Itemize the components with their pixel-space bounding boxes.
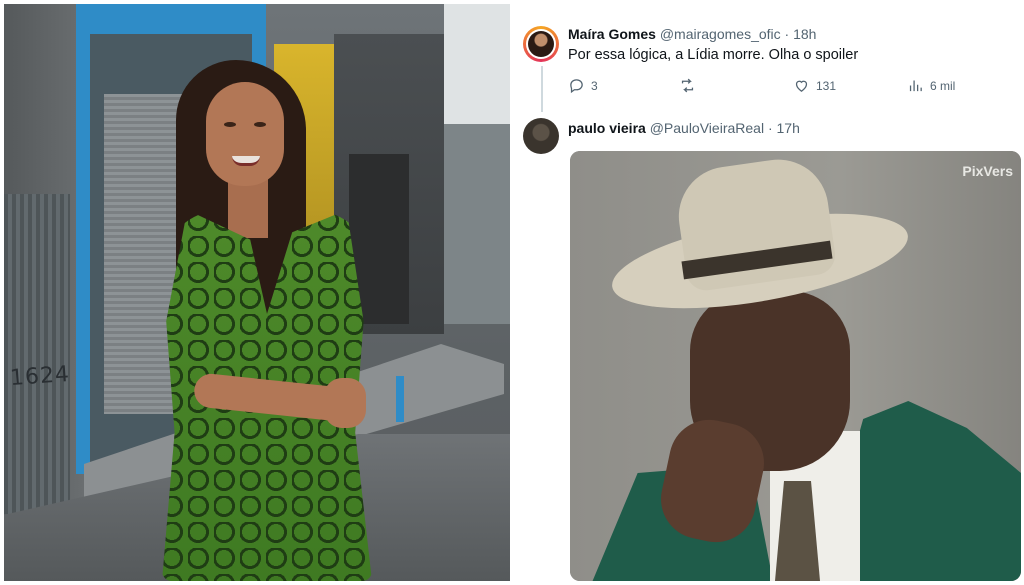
retweet-icon	[681, 78, 694, 93]
woman-clasped-hands	[324, 378, 366, 428]
tweet-1-header: Maíra Gomes @mairagomes_ofic · 18h	[568, 26, 816, 42]
retweet-button[interactable]	[679, 77, 702, 94]
woman-eye-right	[254, 122, 266, 127]
reply-button[interactable]: 3	[568, 77, 598, 94]
tweet-1-timestamp[interactable]: 18h	[793, 26, 816, 42]
views-count: 6 mil	[930, 78, 956, 93]
photo-woman	[154, 60, 394, 581]
like-icon	[795, 80, 808, 92]
woman-face	[206, 82, 284, 186]
left-photo: 1624	[4, 4, 510, 581]
woman-eye-left	[224, 122, 236, 127]
like-button[interactable]: 131	[793, 77, 836, 94]
tweet-2-display-name[interactable]: paulo vieira	[568, 120, 646, 136]
views-icon	[909, 80, 922, 92]
tweet-2-separator: ·	[767, 120, 773, 136]
tweet-1-separator: ·	[784, 26, 790, 42]
thread-connector-line	[541, 66, 543, 112]
reply-count: 3	[591, 78, 598, 93]
woman-smile	[232, 156, 260, 166]
views-button[interactable]: 6 mil	[907, 77, 955, 94]
photo-graffiti: 1624	[9, 361, 71, 392]
reply-icon	[570, 79, 583, 94]
tweet-2-header: paulo vieira @PauloVieiraReal · 17h	[568, 120, 800, 136]
photo-metal-gate	[4, 194, 70, 514]
photo-far-building	[444, 124, 510, 324]
avatar-paulo[interactable]	[523, 118, 559, 154]
tweet-2-handle[interactable]: @PauloVieiraReal	[650, 120, 764, 136]
tweet-2-media[interactable]: PixVers	[570, 151, 1021, 581]
photo-blue-post	[396, 376, 404, 422]
tweet-1-handle[interactable]: @mairagomes_ofic	[660, 26, 781, 42]
like-count: 131	[816, 78, 837, 93]
avatar-maira[interactable]	[523, 26, 559, 62]
tweet-1-display-name[interactable]: Maíra Gomes	[568, 26, 656, 42]
tweet-1-text: Por essa lógica, a Lídia morre. Olha o s…	[568, 47, 859, 63]
tweet-1-actions: 3 131 6 mil	[568, 77, 1024, 97]
woman-neck	[228, 178, 268, 238]
photo-sky	[444, 4, 510, 124]
meme-watermark: PixVers	[962, 163, 1013, 179]
tweet-thread: Maíra Gomes @mairagomes_ofic · 18h Por e…	[512, 0, 1024, 585]
tweet-2-timestamp[interactable]: 17h	[777, 120, 800, 136]
